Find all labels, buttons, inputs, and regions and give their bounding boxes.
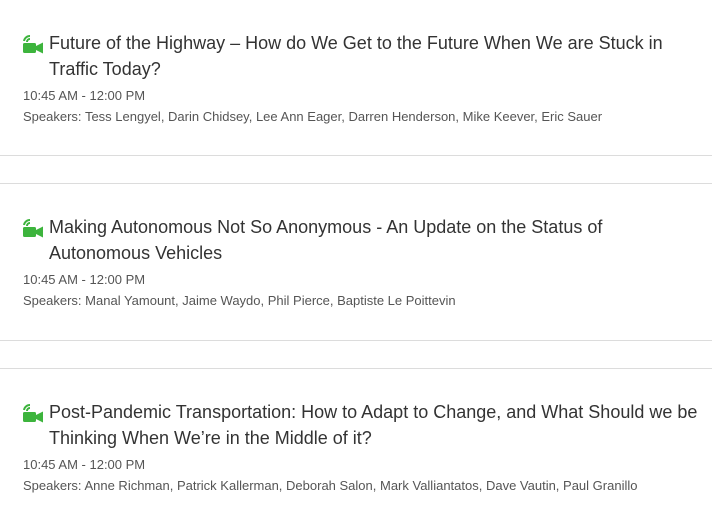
divider bbox=[0, 155, 712, 156]
session-item: Making Autonomous Not So Anonymous - An … bbox=[0, 214, 712, 309]
speakers-label: Speakers: bbox=[23, 293, 82, 308]
video-camera-icon bbox=[23, 34, 43, 54]
session-title: Making Autonomous Not So Anonymous - An … bbox=[49, 217, 603, 263]
video-camera-icon bbox=[23, 403, 43, 423]
speakers-list: Tess Lengyel, Darin Chidsey, Lee Ann Eag… bbox=[84, 109, 603, 124]
session-title: Future of the Highway – How do We Get to… bbox=[49, 33, 663, 79]
speakers-list: Manal Yamount, Jaime Waydo, Phil Pierce,… bbox=[85, 293, 456, 308]
divider bbox=[0, 183, 712, 184]
session-title: Post-Pandemic Transportation: How to Ada… bbox=[49, 402, 698, 448]
session-speakers: Speakers: Tess Lengyel, Darin Chidsey, L… bbox=[23, 109, 712, 125]
session-time: 10:45 AM - 12:00 PM bbox=[23, 272, 146, 287]
session-title-link[interactable]: Making Autonomous Not So Anonymous - An … bbox=[0, 214, 712, 266]
session-speakers: Speakers: Anne Richman, Patrick Kallerma… bbox=[23, 478, 712, 494]
session-time: 10:45 AM - 12:00 PM bbox=[23, 88, 146, 103]
session-time: 10:45 AM - 12:00 PM bbox=[23, 457, 146, 472]
video-camera-icon bbox=[23, 218, 43, 238]
divider bbox=[0, 340, 712, 341]
divider bbox=[0, 368, 712, 369]
session-speakers: Speakers: Manal Yamount, Jaime Waydo, Ph… bbox=[23, 293, 712, 309]
session-title-link[interactable]: Post-Pandemic Transportation: How to Ada… bbox=[0, 399, 712, 451]
speakers-list: Anne Richman, Patrick Kallerman, Deborah… bbox=[84, 478, 638, 493]
session-item: Future of the Highway – How do We Get to… bbox=[0, 30, 712, 125]
speakers-label: Speakers: bbox=[23, 478, 82, 493]
session-item: Post-Pandemic Transportation: How to Ada… bbox=[0, 399, 712, 494]
session-title-link[interactable]: Future of the Highway – How do We Get to… bbox=[0, 30, 712, 82]
speakers-label: Speakers: bbox=[23, 109, 82, 124]
